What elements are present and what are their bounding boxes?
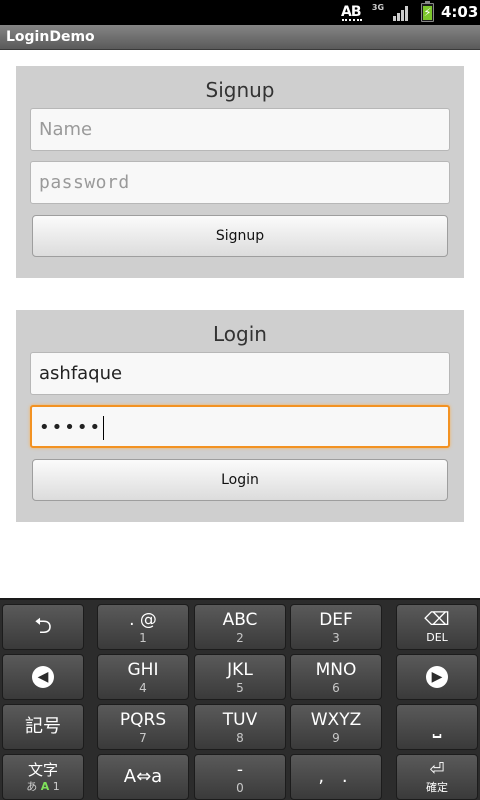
key-sub-label: 4 — [139, 681, 147, 695]
login-button[interactable]: Login — [32, 459, 448, 501]
signup-panel: Signup Name password Signup — [16, 66, 464, 278]
key-sub-label: DEL — [426, 631, 448, 644]
key-ghi[interactable]: GHI 4 — [97, 654, 189, 700]
signal-strength-icon — [393, 5, 411, 21]
mode-hiragana: あ — [26, 780, 38, 793]
enter-key[interactable]: ⮌ — [2, 604, 84, 650]
network-label: 3G — [371, 3, 385, 12]
signup-title: Signup — [205, 78, 275, 102]
key-sub-label: 1 — [139, 631, 147, 645]
input-mode-indicator: AB — [341, 2, 363, 23]
symbol-key[interactable]: 記号 — [2, 704, 84, 750]
mode-number: 1 — [52, 780, 60, 793]
status-bar: AB 3G ⚡ 4:03 — [0, 0, 480, 25]
key-abc[interactable]: ABC 2 — [194, 604, 286, 650]
key-pqrs[interactable]: PQRS 7 — [97, 704, 189, 750]
key-wxyz[interactable]: WXYZ 9 — [290, 704, 382, 750]
cursor-left-key[interactable]: ◀ — [2, 654, 84, 700]
soft-keyboard: ⮌ . @ 1 ABC 2 DEF 3 ⌫ DEL ◀ GHI 4 JKL 5 … — [0, 598, 480, 800]
backspace-icon: ⌫ — [424, 609, 450, 630]
key-sub-label: 2 — [236, 631, 244, 645]
mode-alpha: A — [40, 780, 50, 793]
key-main-label: JKL — [227, 660, 253, 680]
key-main-label: MNO — [315, 660, 357, 680]
key-main-label: . @ — [129, 610, 157, 630]
return-arrow-icon: ⮌ — [34, 614, 52, 639]
key-sub-label: 確定 — [426, 781, 448, 794]
input-mode-sub-label: あ A 1 — [3, 780, 83, 794]
key-main-label: GHI — [127, 660, 159, 680]
network-3g-icon: 3G — [371, 3, 385, 22]
login-username-input[interactable]: ashfaque — [30, 352, 450, 395]
signup-button[interactable]: Signup — [32, 215, 448, 257]
key-tuv[interactable]: TUV 8 — [194, 704, 286, 750]
key-def[interactable]: DEF 3 — [290, 604, 382, 650]
signup-password-input[interactable]: password — [30, 161, 450, 204]
password-mask: ••••• — [39, 417, 103, 438]
comma-period-key[interactable]: , . — [290, 754, 382, 800]
key-main-label: A⇔a — [123, 766, 163, 787]
key-main-label: - — [236, 760, 244, 780]
delete-key[interactable]: ⌫ DEL — [396, 604, 478, 650]
status-time: 4:03 — [441, 3, 479, 21]
key-main-label: WXYZ — [310, 710, 362, 730]
key-zero[interactable]: - 0 — [194, 754, 286, 800]
space-icon: ⎵ — [432, 714, 442, 739]
confirm-enter-icon: ⏎ — [429, 759, 445, 780]
key-main-label: 記号 — [25, 716, 61, 737]
battery-icon: ⚡ — [421, 1, 434, 22]
key-main-label: DEF — [319, 610, 353, 630]
confirm-key[interactable]: ⏎ 確定 — [396, 754, 478, 800]
key-sub-label: 8 — [236, 731, 244, 745]
right-arrow-icon: ▶ — [426, 666, 448, 688]
login-password-input[interactable]: ••••• — [30, 405, 450, 448]
key-sub-label: 7 — [139, 731, 147, 745]
key-main-label: TUV — [222, 710, 258, 730]
left-arrow-icon: ◀ — [32, 666, 54, 688]
key-main-label: , . — [318, 766, 354, 787]
key-sub-label: 9 — [332, 731, 340, 745]
login-title: Login — [213, 322, 267, 346]
cursor-right-key[interactable]: ▶ — [396, 654, 478, 700]
case-toggle-key[interactable]: A⇔a — [97, 754, 189, 800]
key-sub-label: 3 — [332, 631, 340, 645]
input-mode-key[interactable]: 文字 あ A 1 — [2, 754, 84, 800]
key-main-label: 文字 — [27, 761, 58, 779]
key-punct[interactable]: . @ 1 — [97, 604, 189, 650]
login-panel: Login ashfaque ••••• Login — [16, 310, 464, 522]
signup-name-input[interactable]: Name — [30, 108, 450, 151]
text-caret — [103, 416, 105, 440]
space-key[interactable]: ⎵ — [396, 704, 478, 750]
key-sub-label: 6 — [332, 681, 340, 695]
key-mno[interactable]: MNO 6 — [290, 654, 382, 700]
app-title-bar: LoginDemo — [0, 25, 480, 50]
key-jkl[interactable]: JKL 5 — [194, 654, 286, 700]
key-sub-label: 0 — [236, 781, 244, 795]
key-sub-label: 5 — [236, 681, 244, 695]
key-main-label: PQRS — [119, 710, 167, 730]
key-main-label: ABC — [222, 610, 258, 630]
app-title: LoginDemo — [6, 29, 95, 45]
